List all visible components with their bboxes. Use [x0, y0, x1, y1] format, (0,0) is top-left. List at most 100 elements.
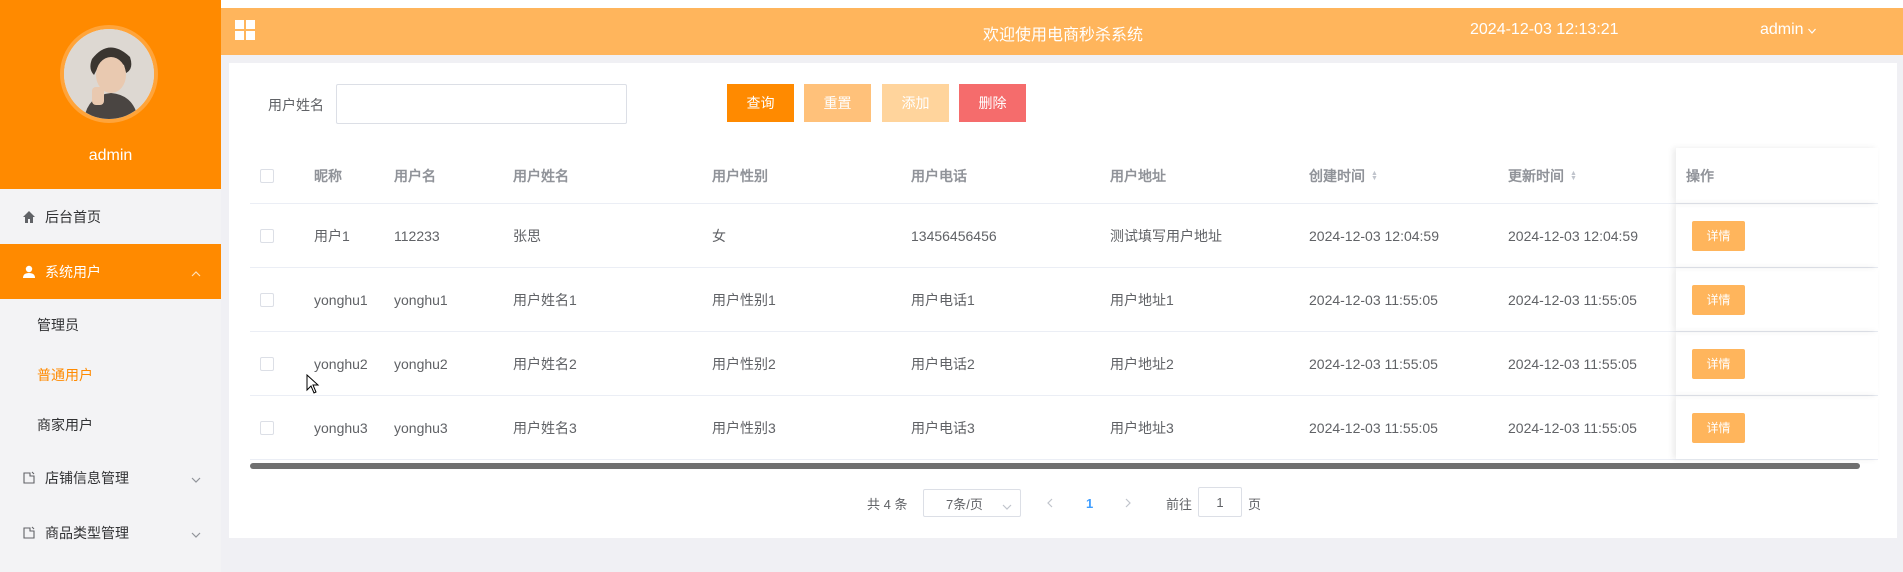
search-input[interactable]	[336, 84, 627, 124]
cell-created: 2024-12-03 11:55:05	[1309, 355, 1438, 372]
caret-down-icon	[1807, 21, 1816, 39]
column-header: 用户姓名	[513, 167, 569, 184]
menu-item-product-types[interactable]: 商品类型管理	[0, 505, 221, 560]
column-header-label: 更新时间	[1508, 167, 1564, 184]
table-row: yonghu1 yonghu1 用户姓名1 用户性别1 用户电话1 用户地址1 …	[250, 268, 1878, 332]
cell-username: yonghu2	[394, 355, 448, 372]
user-dropdown[interactable]: admin	[1760, 21, 1816, 39]
submenu-item-label: 普通用户	[37, 367, 93, 383]
column-header: 用户名	[394, 167, 436, 184]
row-checkbox[interactable]	[260, 204, 274, 267]
cell-username: yonghu1	[394, 291, 448, 308]
fixed-action-column: 详情	[1676, 268, 1878, 331]
cell-realname: 用户姓名2	[513, 355, 577, 372]
table-row: yonghu3 yonghu3 用户姓名3 用户性别3 用户电话3 用户地址3 …	[250, 396, 1878, 460]
table-row: yonghu2 yonghu2 用户姓名2 用户性别2 用户电话2 用户地址2 …	[250, 332, 1878, 396]
column-header: 操作	[1686, 167, 1714, 184]
detail-button[interactable]: 详情	[1692, 348, 1745, 379]
sidebar-user-name: admin	[88, 147, 133, 164]
action-cell: 详情	[1692, 204, 1745, 267]
cell-nickname: yonghu2	[314, 355, 368, 372]
sidebar-header: admin	[0, 0, 221, 189]
avatar[interactable]	[60, 25, 158, 123]
select-all-checkbox[interactable]	[260, 148, 274, 203]
horizontal-scrollbar[interactable]	[250, 463, 1860, 469]
cell-address: 用户地址2	[1110, 355, 1174, 372]
fixed-action-column: 详情	[1676, 396, 1878, 459]
row-checkbox[interactable]	[260, 332, 274, 395]
column-header-label: 创建时间	[1309, 167, 1365, 184]
cell-address: 测试填写用户地址	[1110, 227, 1222, 244]
cell-realname: 用户姓名1	[513, 291, 577, 308]
column-header: 用户电话	[911, 167, 967, 184]
pagination-total: 共 4 条	[867, 496, 908, 512]
add-button[interactable]: 添加	[882, 84, 949, 122]
row-checkbox[interactable]	[260, 268, 274, 331]
folder-icon	[21, 470, 37, 486]
column-header-updated[interactable]: 更新时间 ▲ ▼	[1508, 148, 1577, 203]
user-icon	[21, 264, 37, 280]
cell-address: 用户地址3	[1110, 419, 1174, 436]
menu-toggle-icon[interactable]	[235, 20, 255, 40]
menu-item-shop-info[interactable]: 店铺信息管理	[0, 450, 221, 505]
cell-address: 用户地址1	[1110, 291, 1174, 308]
table-header-row: 昵称 用户名 用户姓名 用户性别 用户电话 用户地址 创建时间 ▲ ▼ 更新时间 …	[250, 148, 1878, 204]
menu-item-label: 后台首页	[45, 208, 101, 225]
cell-nickname: yonghu3	[314, 419, 368, 436]
cell-nickname: yonghu1	[314, 291, 368, 308]
page-size-select[interactable]: 7条/页	[923, 489, 1021, 517]
search-label: 用户姓名	[268, 97, 324, 113]
menu-item-label: 店铺信息管理	[45, 469, 129, 486]
column-header: 用户性别	[712, 167, 768, 184]
current-datetime: 2024-12-03 12:13:21	[1470, 21, 1619, 38]
home-icon	[21, 209, 37, 225]
submenu-item-admins[interactable]: 管理员	[0, 300, 221, 350]
menu-item-dashboard[interactable]: 后台首页	[0, 189, 221, 244]
chevron-up-icon	[191, 264, 201, 280]
sidebar: admin 后台首页 系统用户 管理员 普通用户 商家用户 店铺信息管理 商品类…	[0, 0, 221, 572]
cell-realname: 用户姓名3	[513, 419, 577, 436]
cell-updated: 2024-12-03 11:55:05	[1508, 355, 1637, 372]
cell-created: 2024-12-03 11:55:05	[1309, 419, 1438, 436]
cell-phone: 用户电话2	[911, 355, 975, 372]
cell-username: 112233	[394, 227, 440, 244]
chevron-down-icon	[191, 470, 201, 486]
menu-item-system-users[interactable]: 系统用户	[0, 244, 221, 299]
detail-button[interactable]: 详情	[1692, 220, 1745, 251]
fixed-action-column: 详情	[1676, 204, 1878, 267]
submenu-item-regular-users[interactable]: 普通用户	[0, 350, 221, 400]
delete-button[interactable]: 删除	[959, 84, 1026, 122]
next-page-icon[interactable]	[1124, 489, 1132, 517]
page-number-current[interactable]: 1	[1086, 489, 1093, 517]
cell-gender: 女	[712, 227, 726, 244]
reset-button[interactable]: 重置	[804, 84, 871, 122]
prev-page-icon[interactable]	[1046, 489, 1054, 517]
table-row: 用户1 112233 张思 女 13456456456 测试填写用户地址 202…	[250, 204, 1878, 268]
column-header: 昵称	[314, 167, 342, 184]
row-checkbox[interactable]	[260, 396, 274, 459]
cell-created: 2024-12-03 12:04:59	[1309, 227, 1439, 244]
detail-button[interactable]: 详情	[1692, 412, 1745, 443]
goto-label: 前往	[1166, 496, 1193, 512]
cell-username: yonghu3	[394, 419, 448, 436]
sort-icon[interactable]: ▲ ▼	[1570, 170, 1577, 182]
users-table: 昵称 用户名 用户姓名 用户性别 用户电话 用户地址 创建时间 ▲ ▼ 更新时间 …	[250, 148, 1878, 460]
detail-button[interactable]: 详情	[1692, 284, 1745, 315]
fixed-action-column: 详情	[1676, 332, 1878, 395]
query-button[interactable]: 查询	[727, 84, 794, 122]
sort-icon[interactable]: ▲ ▼	[1371, 170, 1378, 182]
column-header-created[interactable]: 创建时间 ▲ ▼	[1309, 148, 1378, 203]
user-dropdown-label: admin	[1760, 21, 1804, 38]
submenu-item-merchant-users[interactable]: 商家用户	[0, 400, 221, 450]
goto-unit-label: 页	[1248, 496, 1262, 512]
submenu-item-label: 管理员	[37, 317, 79, 333]
mouse-cursor-icon	[306, 373, 320, 397]
menu-item-label: 商品类型管理	[45, 524, 129, 541]
goto-page-input[interactable]	[1198, 487, 1242, 517]
action-cell: 详情	[1692, 396, 1745, 459]
chevron-down-icon	[191, 525, 201, 541]
column-header: 用户地址	[1110, 167, 1166, 184]
cell-gender: 用户性别3	[712, 419, 776, 436]
cell-gender: 用户性别2	[712, 355, 776, 372]
cell-created: 2024-12-03 11:55:05	[1309, 291, 1438, 308]
